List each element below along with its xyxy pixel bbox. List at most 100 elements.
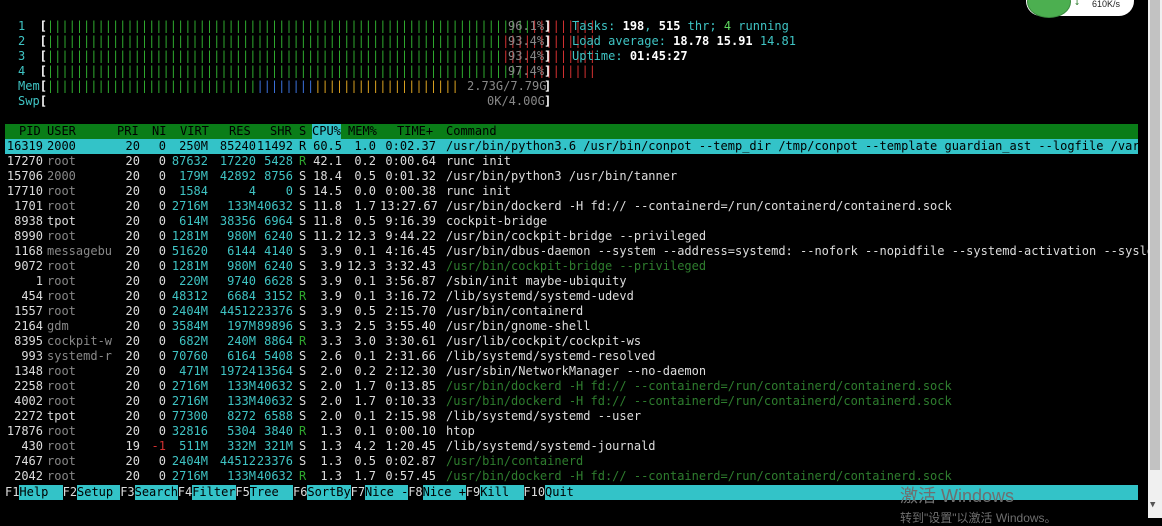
cell-pid: 8395: [14, 334, 43, 348]
cell-shr: 5408: [264, 349, 293, 363]
cell-cmd: /usr/bin/python3.6 /usr/bin/conpot --tem…: [446, 139, 1162, 153]
col-user[interactable]: USER: [47, 124, 76, 139]
col-pri[interactable]: PRI: [117, 124, 139, 139]
col-ni[interactable]: NI: [152, 124, 166, 139]
process-row[interactable]: 8938 tpot 20 0 614M 38356 6964 S 11.8 0.5 9:16.39 c…: [5, 214, 1138, 229]
process-row[interactable]: 17270 root 20 0 87632 17220 5428 R 42.1 0.2 0:00.6…: [5, 154, 1138, 169]
cell-pid: 7467: [14, 454, 43, 468]
col-shr[interactable]: SHR: [270, 124, 292, 139]
column-header[interactable]: PID USER PRI NI VIRT RES SHR S CPU% MEM%…: [5, 124, 1138, 139]
process-row[interactable]: 17710 root 20 0 1584 4 0 S 14.5 0.0 0:00.38 runc in…: [5, 184, 1138, 199]
cell-res: 240M: [227, 334, 256, 348]
cell-cpu: 2.0: [320, 409, 342, 423]
process-row[interactable]: 454 root 20 0 48312 6684 3152 R 3.9 0.1 3:16.72/li…: [5, 289, 1138, 304]
fkey-f7-label[interactable]: Nice -: [365, 485, 409, 500]
meter-bracket: ]: [544, 94, 552, 108]
fkey-f3-label[interactable]: Search: [134, 485, 178, 500]
cell-ni: 0: [158, 199, 166, 213]
fkey-f1[interactable]: F1: [5, 485, 19, 500]
fkey-f9-label[interactable]: Kill: [480, 485, 524, 500]
col-time[interactable]: TIME+: [397, 124, 433, 139]
cell-pid: 1557: [14, 304, 43, 318]
cell-pid: 17270: [6, 154, 43, 168]
meter-bracket: ]: [544, 64, 552, 78]
process-row[interactable]: 2272 tpot 20 0 77300 8272 6588 S 2.0 0.1 2:15.98/l…: [5, 409, 1138, 424]
cell-virt: 32816: [171, 424, 208, 438]
fkey-f5[interactable]: F5: [235, 485, 249, 500]
process-row[interactable]: 1 root 20 0 220M 9740 6628 S 3.9 0.1 3:56.87/sbin/…: [5, 274, 1138, 289]
cell-pid: 17710: [6, 184, 43, 198]
process-row[interactable]: 2258 root 20 0 2716M 133M 40632 S 2.0 1.7 0:13.85/…: [5, 379, 1138, 394]
cell-user: root: [47, 274, 76, 288]
fkey-f4[interactable]: F4: [178, 485, 192, 500]
network-speed-widget[interactable]: ↓ 610K/s: [1026, 0, 1134, 18]
fkey-f10-label[interactable]: Quit: [545, 485, 1138, 500]
fkey-f1-label[interactable]: Help: [19, 485, 63, 500]
process-row[interactable]: 15706 2000 20 0 179M 42892 8756 S 18.4 0.5 0:01.32…: [5, 169, 1138, 184]
cell-virt: 179M: [179, 169, 208, 183]
col-cpu-sorted[interactable]: CPU%: [312, 124, 341, 139]
fkey-f4-label[interactable]: Filter: [192, 485, 236, 500]
fkey-f2-label[interactable]: Setup: [77, 485, 121, 500]
cell-shr: 23376: [256, 304, 293, 318]
cell-user: root: [47, 304, 76, 318]
vertical-scrollbar[interactable]: ▼: [1148, 0, 1162, 518]
cell-ni: 0: [158, 259, 166, 273]
process-row[interactable]: 1557 root 20 0 2404M 44512 23376 S 3.9 0.5 2:15.70…: [5, 304, 1138, 319]
cpu-bar-user: ||||||||||||||||||||||||||||||||||||||||…: [46, 49, 503, 63]
swap-label: Swp: [18, 94, 40, 108]
process-row[interactable]: 993 systemd-r 20 0 70760 6164 5408 S 2.6 0.1 2:31.…: [5, 349, 1138, 364]
process-row[interactable]: 2042 root 20 0 2716M 133M 40632 R 1.3 1.7 0:57.45/…: [5, 469, 1138, 484]
cell-user: root: [47, 379, 76, 393]
fkey-f9[interactable]: F9: [466, 485, 480, 500]
process-row[interactable]: 7467 root 20 0 2404M 44512 23376 S 1.3 0.5 0:02.87…: [5, 454, 1138, 469]
col-pid[interactable]: PID: [19, 124, 41, 139]
process-row[interactable]: 1701 root 20 0 2716M 133M 40632 S 11.8 1.7 13:27.6…: [5, 199, 1138, 214]
cell-mem: 1.7: [354, 379, 376, 393]
cell-mem: 12.3: [347, 259, 376, 273]
process-row-selected[interactable]: 16319 2000 20 0 250M 85240 11492 R 60.5 1.0 0:02.3…: [5, 139, 1161, 154]
fkey-f6-label[interactable]: SortBy: [307, 485, 351, 500]
cell-shr: 11492: [256, 139, 293, 153]
fkey-f5-label[interactable]: Tree: [249, 485, 294, 500]
process-row[interactable]: 17876 root 20 0 32816 5304 3840 R 1.3 0.1 0:00.10 h…: [5, 424, 1138, 439]
process-row[interactable]: 2164 gdm 20 0 3584M 197M 89896 S 3.3 2.5 3:55.40/u…: [5, 319, 1138, 334]
cell-time: 3:32.43: [385, 259, 436, 273]
cell-user: root: [47, 439, 76, 453]
col-mem[interactable]: MEM%: [348, 124, 377, 139]
cell-cmd: /usr/bin/containerd: [446, 304, 584, 318]
process-row[interactable]: 8990 root 20 0 1281M 980M 6240 S 11.2 12.3 9:44.22…: [5, 229, 1138, 244]
process-row[interactable]: 430 root 19 -1 511M 332M 321M S 1.3 4.2 1:20.45/li…: [5, 439, 1138, 454]
cell-virt: 3584M: [171, 319, 208, 333]
process-row[interactable]: 9072 root 20 0 1281M 980M 6240 S 3.9 12.3 3:32.43/…: [5, 259, 1138, 274]
process-row[interactable]: 8395 cockpit-w 20 0 682M 240M 8864 R 3.3 3.0 3:30.…: [5, 334, 1138, 349]
col-res[interactable]: RES: [229, 124, 251, 139]
process-row[interactable]: 1168 messagebu 20 0 51620 6144 4140 S 3.9 0.1 4:16…: [5, 244, 1161, 259]
cell-shr: 8756: [264, 169, 293, 183]
fkey-f7[interactable]: F7: [351, 485, 365, 500]
cell-ni: 0: [158, 364, 166, 378]
cell-res: 4: [248, 184, 256, 198]
cell-ni: 0: [158, 229, 166, 243]
col-state[interactable]: S: [299, 124, 306, 139]
fkey-f8-label[interactable]: Nice +: [422, 485, 466, 500]
cell-cmd: /usr/bin/dockerd -H fd:// --containerd=/…: [446, 379, 952, 393]
fkey-f2[interactable]: F2: [63, 485, 77, 500]
fkey-f10[interactable]: F10: [523, 485, 545, 500]
cpu-bar-user: ||||||||||||||||||||||||||||||||||||||||…: [46, 64, 524, 78]
col-command[interactable]: Command: [446, 124, 497, 139]
cell-mem: 0.5: [354, 169, 376, 183]
scrollbar-thumb[interactable]: [1150, 0, 1160, 470]
cell-time: 0:02.87: [385, 454, 436, 468]
process-row[interactable]: 4002 root 20 0 2716M 133M 40632 S 2.0 1.7 0:10.33/…: [5, 394, 1138, 409]
cell-mem: 0.1: [354, 289, 376, 303]
scroll-down-arrow-icon[interactable]: ▼: [1150, 498, 1155, 513]
cell-pri: 20: [125, 409, 140, 423]
fkey-f6[interactable]: F6: [293, 485, 307, 500]
fkey-f8[interactable]: F8: [408, 485, 422, 500]
col-virt[interactable]: VIRT: [180, 124, 209, 139]
cell-user: root: [47, 394, 76, 408]
fkey-f3[interactable]: F3: [120, 485, 134, 500]
process-row[interactable]: 1348 root 20 0 471M 19724 13564 S 2.0 0.2 2:12.30/…: [5, 364, 1138, 379]
cell-cpu: 14.5: [313, 184, 342, 198]
